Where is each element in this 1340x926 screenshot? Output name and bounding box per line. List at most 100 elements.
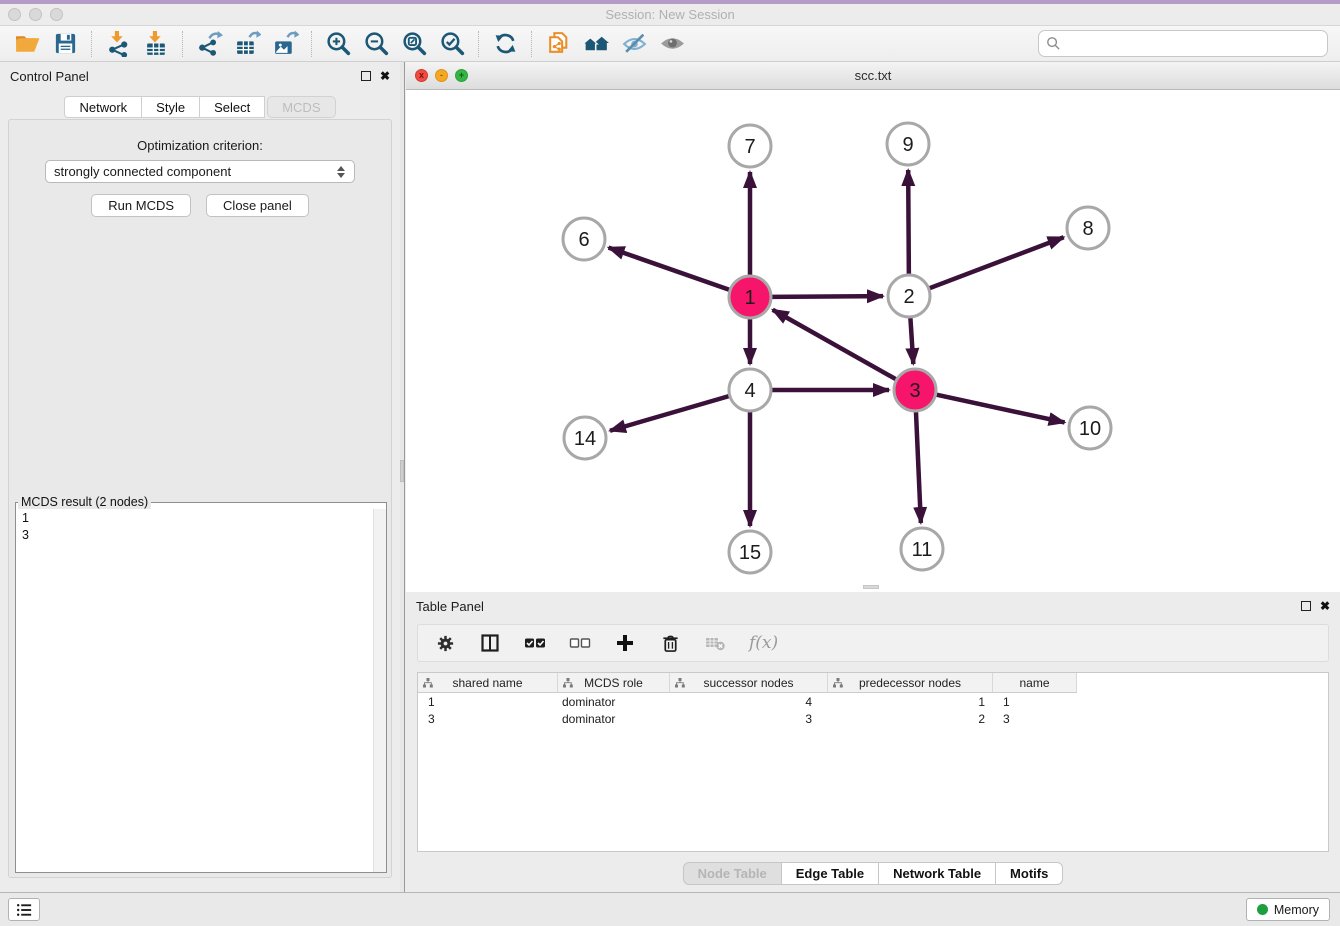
column-header-mcds-role[interactable]: MCDS role — [558, 673, 670, 693]
add-column-button[interactable] — [614, 632, 636, 654]
result-scrollbar[interactable] — [373, 509, 386, 872]
tab-motifs[interactable]: Motifs — [996, 862, 1063, 885]
cell-successor-nodes[interactable]: 3 — [670, 712, 828, 726]
show-all-button[interactable] — [653, 29, 691, 59]
cell-shared-name[interactable]: 3 — [418, 712, 558, 726]
export-image-button[interactable] — [266, 29, 304, 59]
vertical-splitter[interactable] — [400, 62, 405, 892]
graph-edge-1-2[interactable] — [772, 296, 883, 297]
show-columns-button[interactable] — [479, 632, 501, 654]
task-history-button[interactable] — [8, 898, 40, 921]
export-table-button[interactable] — [228, 29, 266, 59]
run-mcds-button[interactable]: Run MCDS — [91, 194, 191, 217]
graph-node-label-2: 2 — [903, 286, 914, 308]
plus-icon — [615, 633, 635, 653]
cell-name[interactable]: 1 — [993, 695, 1077, 709]
column-header-predecessor-nodes[interactable]: predecessor nodes — [828, 673, 993, 693]
cell-predecessor-nodes[interactable]: 2 — [828, 712, 993, 726]
cell-predecessor-nodes[interactable]: 1 — [828, 695, 993, 709]
zoom-in-button[interactable] — [319, 29, 357, 59]
graph-edge-3-1[interactable] — [773, 310, 896, 379]
eye-icon — [659, 30, 686, 57]
network-close-icon[interactable]: x — [415, 69, 428, 82]
optimization-criterion-label: Optimization criterion: — [9, 138, 391, 153]
zoom-fit-button[interactable] — [395, 29, 433, 59]
clone-network-button[interactable] — [539, 29, 577, 59]
graph-edge-4-14[interactable] — [610, 396, 729, 431]
graph-edge-3-10[interactable] — [936, 395, 1064, 423]
refresh-view-button[interactable] — [486, 29, 524, 59]
zoom-selected-button[interactable] — [433, 29, 471, 59]
cell-successor-nodes[interactable]: 4 — [670, 695, 828, 709]
minimize-window-icon[interactable] — [29, 8, 42, 21]
tab-style[interactable]: Style — [142, 96, 200, 118]
tab-edge-table[interactable]: Edge Table — [782, 862, 879, 885]
home-button[interactable] — [577, 29, 615, 59]
zoom-out-button[interactable] — [357, 29, 395, 59]
zoom-in-icon — [325, 30, 352, 57]
search-box[interactable] — [1038, 30, 1328, 57]
graph-edge-2-9[interactable] — [908, 170, 909, 274]
close-panel-icon[interactable]: ✖ — [380, 71, 390, 81]
refresh-icon — [492, 30, 519, 57]
node-table[interactable]: shared name MCDS role successor nodes pr… — [417, 672, 1329, 852]
export-network-icon — [196, 30, 223, 57]
table-row[interactable]: 3 dominator 3 2 3 — [418, 710, 1328, 727]
select-all-button[interactable] — [524, 632, 546, 654]
splitter-grip[interactable] — [400, 460, 404, 482]
graph-edge-1-6[interactable] — [609, 248, 730, 290]
search-input[interactable] — [1061, 33, 1327, 54]
memory-button[interactable]: Memory — [1246, 898, 1330, 921]
tab-select[interactable]: Select — [200, 96, 265, 118]
column-header-name[interactable]: name — [993, 673, 1077, 693]
open-session-button[interactable] — [8, 29, 46, 59]
zoom-window-icon[interactable] — [50, 8, 63, 21]
tab-mcds[interactable]: MCDS — [267, 96, 335, 118]
float-table-panel-icon[interactable] — [1301, 601, 1311, 611]
cell-mcds-role[interactable]: dominator — [558, 712, 670, 726]
graph-node-label-8: 8 — [1082, 218, 1093, 240]
graph-node-label-15: 15 — [739, 542, 761, 564]
mcds-result-text[interactable]: 1 3 — [16, 509, 372, 872]
cell-shared-name[interactable]: 1 — [418, 695, 558, 709]
graph-node-label-7: 7 — [744, 136, 755, 158]
hierarchy-icon — [423, 678, 433, 688]
close-panel-button[interactable]: Close panel — [206, 194, 309, 217]
cell-name[interactable]: 3 — [993, 712, 1077, 726]
cell-mcds-role[interactable]: dominator — [558, 695, 670, 709]
close-window-icon[interactable] — [8, 8, 21, 21]
function-builder-button-disabled: f(x) — [749, 633, 778, 653]
graph-edge-2-3[interactable] — [910, 318, 913, 364]
result-line: 3 — [22, 527, 366, 544]
deselect-all-button[interactable] — [569, 632, 591, 654]
graph-edge-3-11[interactable] — [916, 412, 921, 523]
export-image-icon — [272, 30, 299, 57]
zoom-out-icon — [363, 30, 390, 57]
float-panel-icon[interactable] — [361, 71, 371, 81]
zoom-fit-icon — [401, 30, 428, 57]
table-panel-header: Table Panel ✖ — [406, 592, 1340, 620]
tab-network[interactable]: Network — [64, 96, 142, 118]
save-session-button[interactable] — [46, 29, 84, 59]
network-zoom-icon[interactable]: + — [455, 69, 468, 82]
hierarchy-icon — [833, 678, 843, 688]
criterion-dropdown[interactable]: strongly connected component — [45, 160, 355, 183]
network-canvas[interactable]: 7968124314101511 — [406, 90, 1340, 592]
column-header-shared-name[interactable]: shared name — [418, 673, 558, 693]
network-titlebar[interactable]: x - + scc.txt — [406, 62, 1340, 90]
horizontal-splitter-grip[interactable] — [863, 585, 879, 589]
import-network-button[interactable] — [99, 29, 137, 59]
network-minimize-icon[interactable]: - — [435, 69, 448, 82]
export-network-button[interactable] — [190, 29, 228, 59]
import-table-button[interactable] — [137, 29, 175, 59]
memory-status-icon — [1257, 904, 1268, 915]
tab-network-table[interactable]: Network Table — [879, 862, 996, 885]
tab-node-table[interactable]: Node Table — [683, 862, 782, 885]
table-settings-button[interactable] — [434, 632, 456, 654]
close-table-panel-icon[interactable]: ✖ — [1320, 601, 1330, 611]
column-header-successor-nodes[interactable]: successor nodes — [670, 673, 828, 693]
hide-selected-button[interactable] — [615, 29, 653, 59]
table-row[interactable]: 1 dominator 4 1 1 — [418, 693, 1328, 710]
delete-column-button[interactable] — [659, 632, 681, 654]
graph-edge-2-8[interactable] — [930, 237, 1064, 288]
